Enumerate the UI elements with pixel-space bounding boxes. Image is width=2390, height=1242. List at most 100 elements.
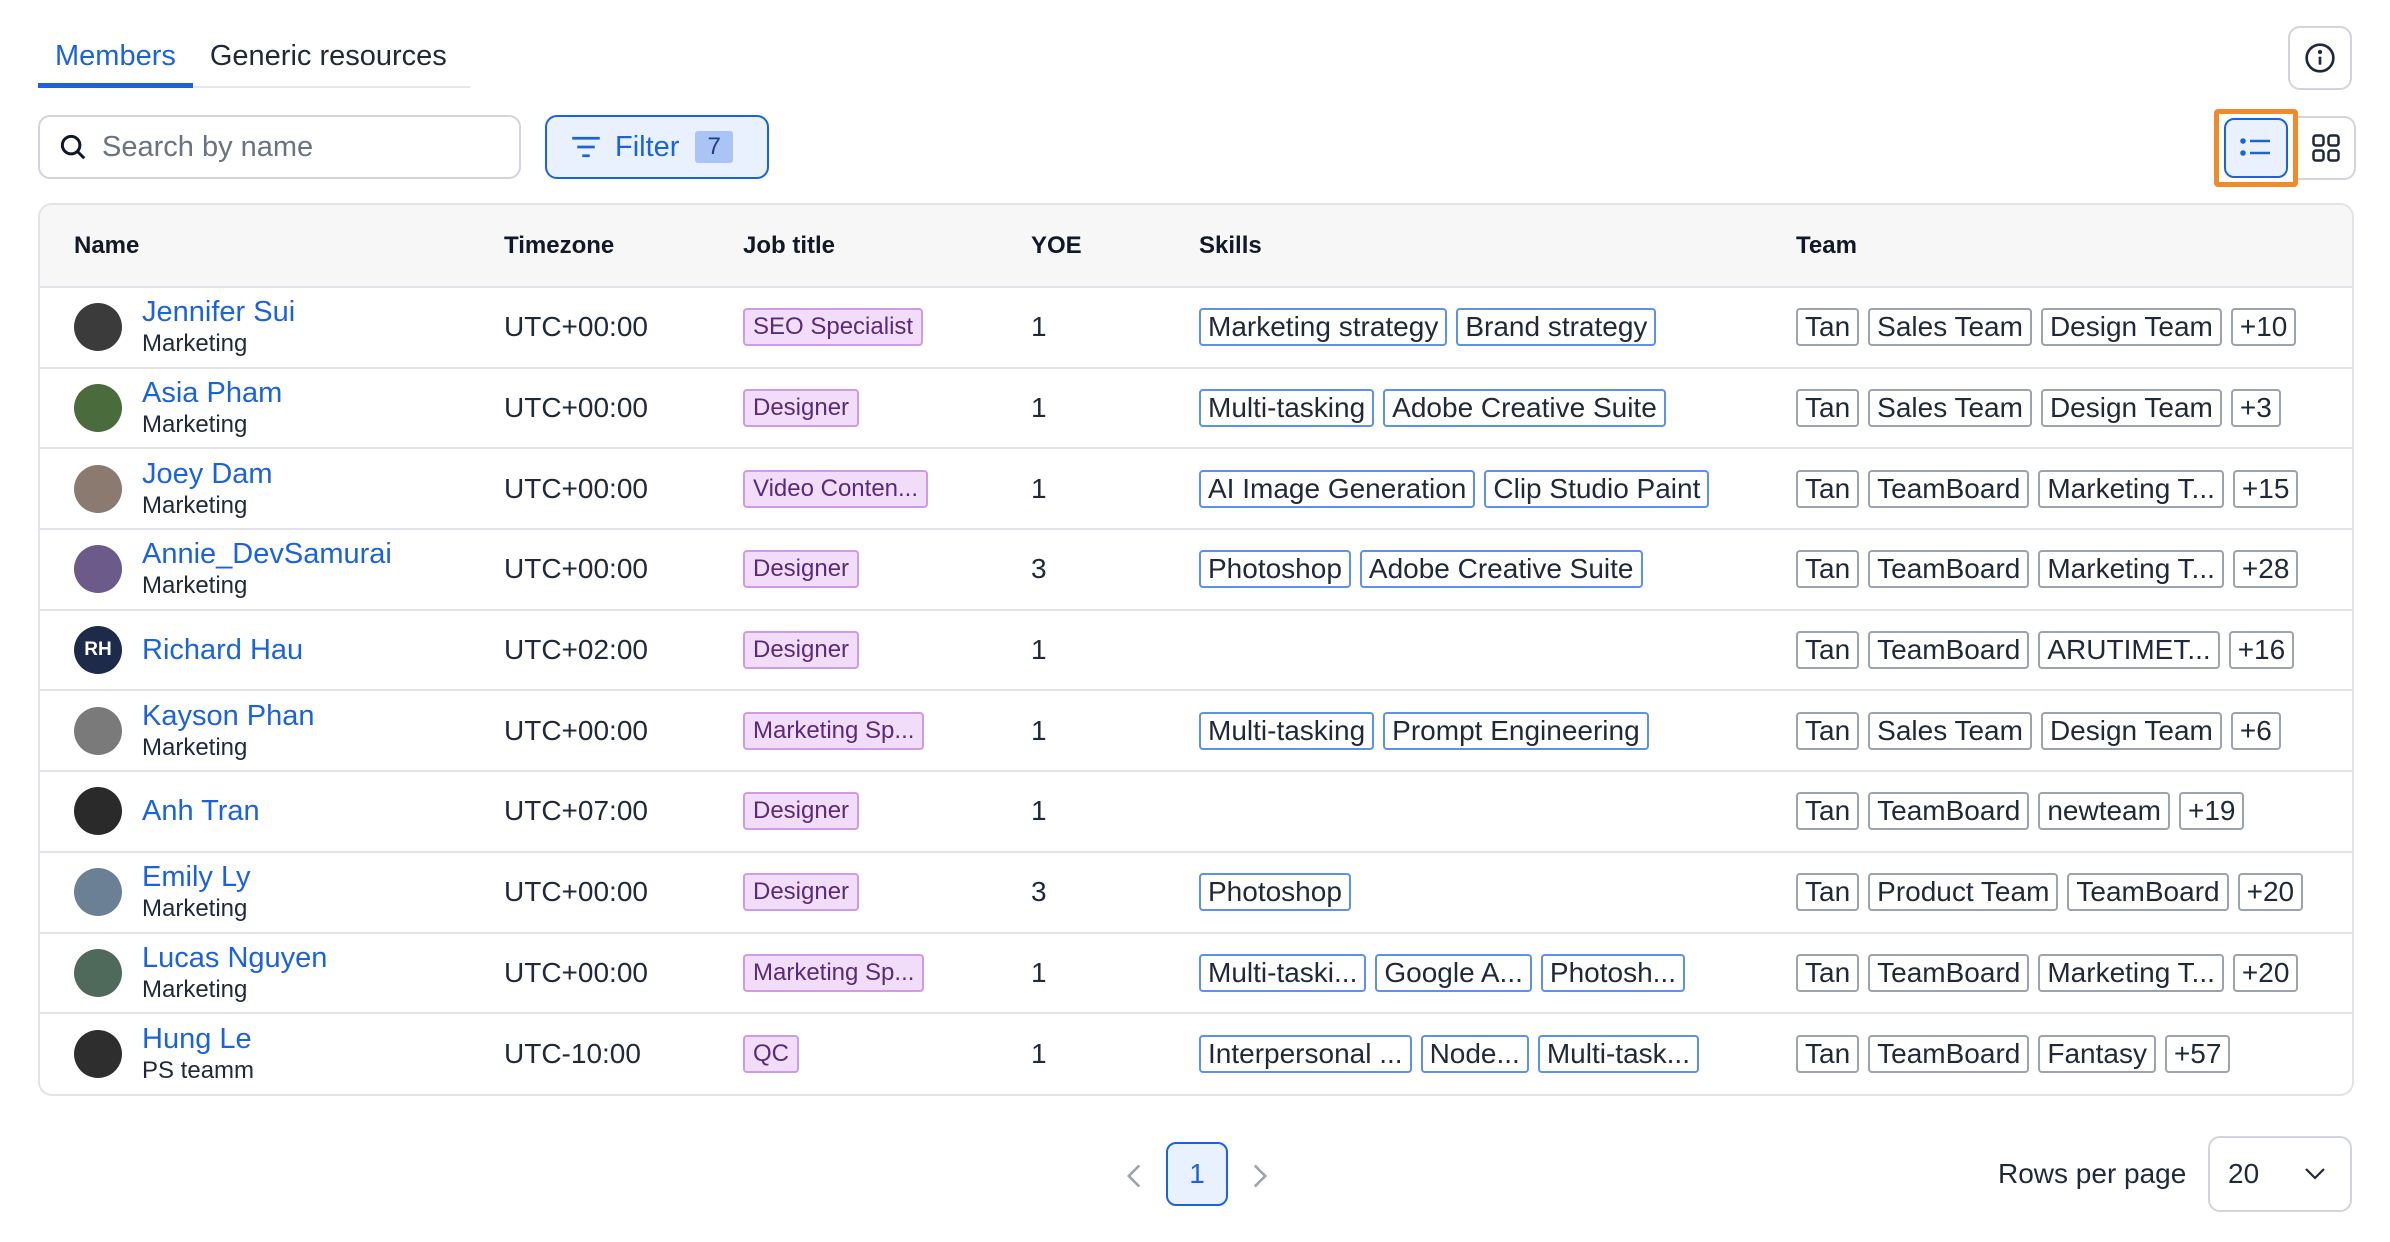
- skill-chip: Brand strategy: [1456, 308, 1657, 347]
- avatar[interactable]: [74, 545, 122, 594]
- team-overflow-chip[interactable]: +28: [2232, 550, 2299, 589]
- member-name-link[interactable]: Richard Hau: [142, 633, 303, 667]
- team-overflow-chip[interactable]: +6: [2230, 711, 2281, 750]
- cell-job-title: Designer: [709, 529, 997, 610]
- table-row[interactable]: Annie_DevSamurai Marketing UTC+00:00 Design…: [40, 529, 2352, 610]
- team-overflow-chip[interactable]: +10: [2230, 308, 2297, 347]
- job-title-tag: Marketing Sp...: [743, 711, 925, 750]
- member-name-link[interactable]: Hung Le: [142, 1022, 254, 1056]
- skill-chip: Multi-task...: [1537, 1035, 1699, 1074]
- table-row[interactable]: Anh Tran UTC+07:00 Designer 1 Tan TeamBoard ne…: [40, 771, 2352, 852]
- cell-timezone: UTC+00:00: [504, 714, 648, 746]
- cell-yoe: 1: [1031, 392, 1047, 424]
- team-chip: TeamBoard: [1868, 953, 2030, 992]
- team-chip: newteam: [2038, 792, 2170, 831]
- tab-generic-resources[interactable]: Generic resources: [193, 30, 464, 88]
- member-name-link[interactable]: Kayson Phan: [142, 699, 315, 733]
- column-header-timezone[interactable]: Timezone: [470, 205, 709, 288]
- search-input[interactable]: [102, 130, 482, 164]
- team-chip: Tan: [1796, 711, 1860, 750]
- table-row[interactable]: Kayson Phan Marketing UTC+00:00 Marketing S…: [40, 690, 2352, 772]
- cell-team: Tan Sales Team Design Team +6: [1762, 690, 2352, 771]
- cell-skills: AI Image Generation Clip Studio Paint: [1165, 448, 1762, 529]
- job-title-tag: Designer: [743, 550, 860, 589]
- team-chip: Tan: [1796, 1035, 1860, 1074]
- avatar[interactable]: [74, 868, 122, 917]
- cell-timezone: UTC+00:00: [504, 956, 648, 988]
- member-name-link[interactable]: Joey Dam: [142, 457, 273, 491]
- cell-skills: Interpersonal ... Node... Multi-task...: [1165, 1013, 1762, 1094]
- table-row[interactable]: Lucas Nguyen Marketing UTC+00:00 Marketing …: [40, 933, 2352, 1014]
- table-row[interactable]: Hung Le PS teamm UTC-10:00 QC 1 Interpersonal…: [40, 1013, 2352, 1094]
- column-header-skills[interactable]: Skills: [1165, 205, 1762, 288]
- skill-chip: Multi-tasking: [1199, 711, 1375, 750]
- cell-team: Tan TeamBoard newteam +19: [1762, 771, 2352, 852]
- team-chip: Tan: [1796, 550, 1860, 589]
- cell-name: Emily Ly Marketing: [40, 852, 470, 933]
- team-overflow-chip[interactable]: +20: [2232, 953, 2299, 992]
- previous-page-button[interactable]: [1120, 1156, 1148, 1196]
- member-department: Marketing: [142, 491, 248, 519]
- avatar[interactable]: [74, 384, 122, 433]
- rows-per-page-select[interactable]: 20: [2208, 1136, 2352, 1212]
- team-overflow-chip[interactable]: +57: [2164, 1035, 2231, 1074]
- team-chip: TeamBoard: [1868, 550, 2030, 589]
- team-overflow-chip[interactable]: +15: [2232, 469, 2299, 508]
- cell-skills: Multi-tasking Adobe Creative Suite: [1165, 368, 1762, 449]
- cell-skills: Marketing strategy Brand strategy: [1165, 287, 1762, 368]
- list-view-button[interactable]: [2214, 109, 2298, 187]
- member-name-link[interactable]: Jennifer Sui: [142, 295, 295, 329]
- column-header-yoe[interactable]: YOE: [997, 205, 1165, 288]
- tab-members[interactable]: Members: [38, 30, 193, 88]
- table-row[interactable]: RH Richard Hau UTC+02:00 Designer 1 Tan TeamBo…: [40, 610, 2352, 691]
- avatar[interactable]: RH: [74, 626, 122, 675]
- team-chip: Fantasy: [2038, 1035, 2156, 1074]
- avatar[interactable]: [74, 303, 122, 352]
- filter-label: Filter: [615, 130, 680, 163]
- member-name-link[interactable]: Anh Tran: [142, 794, 260, 828]
- avatar[interactable]: [74, 464, 122, 513]
- team-chip: ARUTIMET...: [2038, 631, 2220, 670]
- member-department: Marketing: [142, 330, 248, 358]
- job-title-tag: QC: [743, 1035, 799, 1074]
- team-chip: TeamBoard: [1868, 469, 2030, 508]
- info-button[interactable]: [2288, 26, 2352, 90]
- next-page-button[interactable]: [1246, 1156, 1274, 1196]
- cell-yoe: 1: [1031, 795, 1047, 827]
- cell-timezone: UTC+00:00: [504, 876, 648, 908]
- avatar[interactable]: [74, 787, 122, 836]
- filter-icon: [572, 136, 600, 158]
- table-row[interactable]: Emily Ly Marketing UTC+00:00 Designer 3 Photo…: [40, 852, 2352, 933]
- team-overflow-chip[interactable]: +3: [2230, 389, 2281, 428]
- filter-button[interactable]: Filter 7: [545, 115, 769, 179]
- table-row[interactable]: Joey Dam Marketing UTC+00:00 Video Conten..…: [40, 448, 2352, 530]
- cell-name: Joey Dam Marketing: [40, 448, 470, 529]
- team-chip: Design Team: [2040, 308, 2222, 347]
- table-row[interactable]: Jennifer Sui Marketing UTC+00:00 SEO Specia…: [40, 287, 2352, 368]
- avatar[interactable]: [74, 948, 122, 997]
- table-row[interactable]: Asia Pham Marketing UTC+00:00 Designer 1 Mult…: [40, 368, 2352, 449]
- cell-yoe: 1: [1031, 1038, 1047, 1070]
- member-name-link[interactable]: Emily Ly: [142, 860, 251, 894]
- column-header-team[interactable]: Team: [1762, 205, 2352, 288]
- job-title-tag: Designer: [743, 389, 860, 428]
- member-name-link[interactable]: Annie_DevSamurai: [142, 537, 392, 571]
- page-1-button[interactable]: 1: [1166, 1142, 1228, 1206]
- cell-yoe: 1: [1031, 311, 1047, 343]
- skill-chip: Multi-taski...: [1199, 953, 1367, 992]
- team-overflow-chip[interactable]: +16: [2228, 631, 2295, 670]
- column-header-job-title[interactable]: Job title: [709, 205, 997, 288]
- skill-chip: Google A...: [1375, 953, 1532, 992]
- member-name-link[interactable]: Asia Pham: [142, 376, 282, 410]
- cell-skills: [1165, 771, 1762, 852]
- team-overflow-chip[interactable]: +20: [2237, 873, 2304, 912]
- cell-team: Tan TeamBoard Marketing T... +20: [1762, 933, 2352, 1014]
- column-header-name[interactable]: Name: [40, 205, 470, 288]
- job-title-tag: SEO Specialist: [743, 308, 924, 347]
- member-name-link[interactable]: Lucas Nguyen: [142, 941, 327, 975]
- avatar[interactable]: [74, 706, 122, 755]
- team-overflow-chip[interactable]: +19: [2178, 792, 2245, 831]
- grid-view-button[interactable]: [2298, 116, 2356, 180]
- avatar[interactable]: [74, 1030, 122, 1079]
- grid-view-icon: [2312, 134, 2340, 162]
